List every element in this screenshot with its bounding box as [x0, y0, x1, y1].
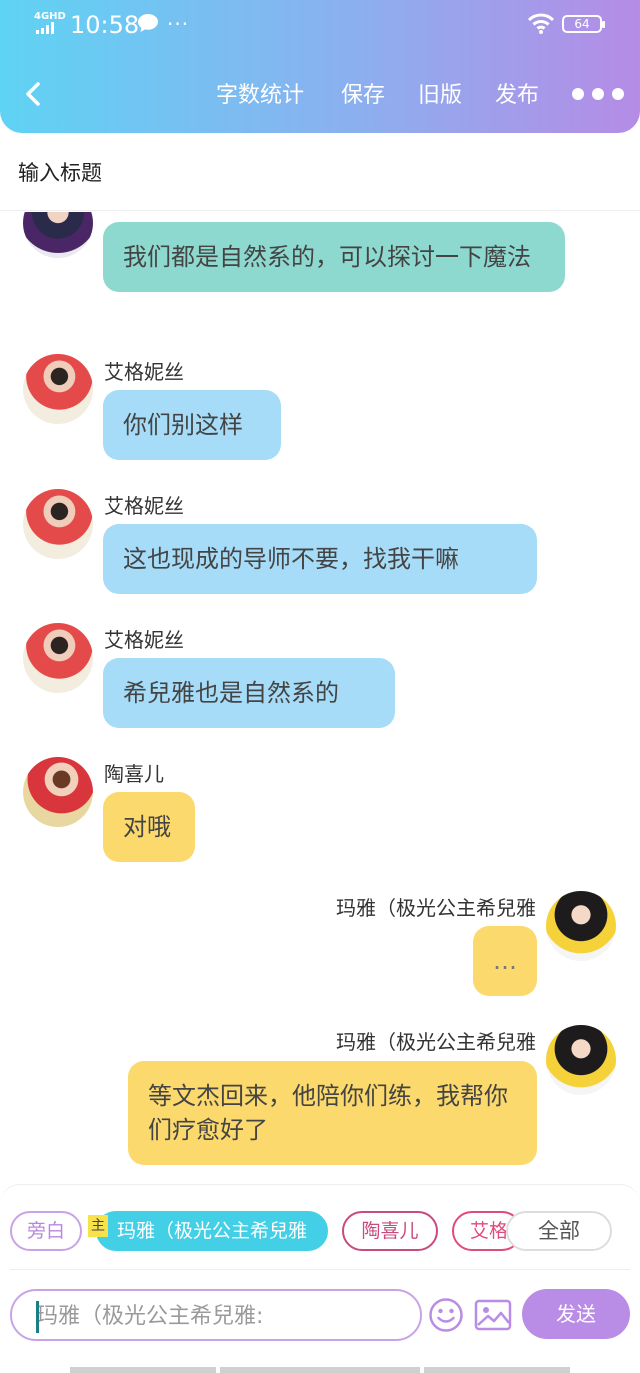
avatar[interactable]: [23, 212, 93, 258]
clock: 10:58: [70, 11, 140, 39]
message-bubble: 希兒雅也是自然系的: [103, 658, 395, 728]
title-field: [0, 135, 640, 211]
all-roles-button[interactable]: 全部: [506, 1211, 612, 1251]
signal-icon: [36, 22, 62, 34]
avatar[interactable]: [546, 891, 616, 961]
sender-name: 玛雅（极光公主希兒雅: [336, 1030, 536, 1054]
emoji-icon[interactable]: [428, 1297, 464, 1333]
avatar[interactable]: [23, 623, 93, 693]
role-chip-active[interactable]: 玛雅（极光公主希兒雅: [96, 1211, 328, 1251]
message-input-wrapper: [10, 1289, 422, 1341]
role-chip-narration[interactable]: 旁白: [10, 1211, 82, 1251]
nav-bar-segment: [70, 1367, 216, 1373]
battery-indicator: 64: [562, 15, 605, 33]
save-button[interactable]: 保存: [341, 80, 385, 112]
avatar[interactable]: [23, 354, 93, 424]
avatar[interactable]: [23, 489, 93, 559]
more-options-icon[interactable]: [572, 88, 624, 102]
message-bubble: 对哦: [103, 792, 195, 862]
back-arrow-icon[interactable]: [20, 78, 48, 110]
top-bar: 4GHD 10:58 ··· 64 字数统计 保存 旧版 发布: [0, 0, 640, 133]
message-input[interactable]: [36, 1299, 416, 1333]
more-notifications: ···: [167, 12, 190, 36]
divider: [10, 1269, 630, 1270]
status-bar: 4GHD 10:58 ··· 64: [0, 0, 640, 50]
sender-name: 陶喜儿: [104, 762, 164, 786]
wifi-icon: [527, 13, 555, 34]
message-bubble: 我们都是自然系的，可以探讨一下魔法: [103, 222, 565, 292]
chat-area[interactable]: 我们都是自然系的，可以探讨一下魔法 艾格妮丝 你们别这样 艾格妮丝 这也现成的导…: [0, 212, 640, 1184]
publish-button[interactable]: 发布: [495, 80, 539, 112]
nav-bar-segment: [220, 1367, 420, 1373]
main-role-badge: 主: [88, 1215, 108, 1237]
role-chip-tao[interactable]: 陶喜儿: [342, 1211, 438, 1251]
avatar[interactable]: [546, 1025, 616, 1095]
message-bubble: 你们别这样: [103, 390, 281, 460]
text-caret: [36, 1301, 39, 1333]
role-selector: 旁白 玛雅（极光公主希兒雅 主 陶喜儿 艾格 全部: [0, 1211, 640, 1255]
message-bubble: …: [473, 926, 537, 996]
title-input[interactable]: [18, 153, 618, 193]
word-count-button[interactable]: 字数统计: [216, 80, 304, 112]
send-button[interactable]: 发送: [522, 1289, 630, 1339]
sender-name: 艾格妮丝: [104, 628, 184, 652]
avatar[interactable]: [23, 757, 93, 827]
sender-name: 艾格妮丝: [104, 494, 184, 518]
network-type: 4GHD: [34, 11, 66, 22]
sender-name: 玛雅（极光公主希兒雅: [336, 896, 536, 920]
message-bubble: 这也现成的导师不要，找我干嘛: [103, 524, 537, 594]
composer-panel: 旁白 玛雅（极光公主希兒雅 主 陶喜儿 艾格 全部 发送: [0, 1184, 640, 1373]
image-icon[interactable]: [474, 1299, 512, 1331]
message-notification-icon: [138, 14, 158, 32]
sender-name: 艾格妮丝: [104, 360, 184, 384]
old-version-button[interactable]: 旧版: [418, 80, 462, 112]
nav-bar-segment: [424, 1367, 570, 1373]
message-bubble: 等文杰回来，他陪你们练，我帮你们疗愈好了: [128, 1061, 537, 1165]
